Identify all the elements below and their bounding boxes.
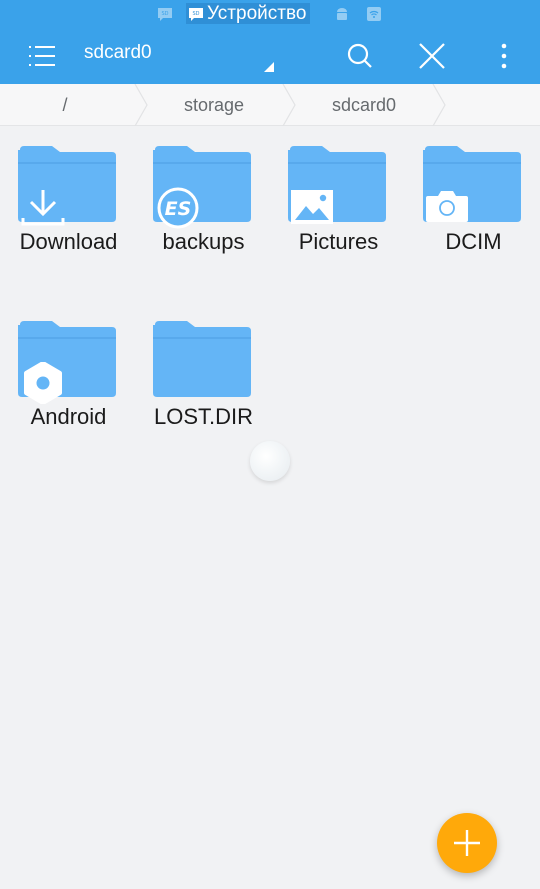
plus-icon — [454, 830, 480, 856]
android-icon — [337, 8, 347, 20]
gear-icon — [24, 362, 62, 404]
download-icon — [21, 190, 65, 226]
close-icon — [419, 43, 445, 69]
folder-item-download[interactable]: Download — [1, 136, 131, 286]
breadcrumb-item-root[interactable]: / — [0, 84, 130, 126]
search-icon — [347, 43, 372, 68]
breadcrumb-item-storage[interactable]: storage — [148, 84, 280, 126]
folder-item-pictures[interactable]: Pictures — [271, 136, 401, 286]
search-button[interactable] — [338, 34, 382, 78]
camera-icon — [426, 191, 468, 222]
folder-name: backups — [162, 229, 245, 254]
more-options-button[interactable] — [484, 34, 524, 78]
folder-item-lost-dir[interactable]: LOST.DIR — [136, 311, 266, 461]
toolbar-title[interactable]: sdcard0 — [84, 41, 152, 65]
status-bar: SD SD Устройство — [0, 0, 540, 28]
folder-name: Download — [19, 229, 118, 254]
status-notification-text: Устройство — [207, 3, 307, 24]
app-header: SD SD Устройство sdcard0 — [0, 0, 540, 84]
breadcrumb-separator-icon — [282, 84, 296, 126]
more-vertical-icon — [501, 43, 507, 69]
add-button[interactable] — [437, 813, 497, 873]
status-notification: SD Устройство — [186, 3, 311, 24]
folder-name: LOST.DIR — [153, 404, 254, 429]
folder-icon — [153, 321, 251, 397]
wifi-icon — [367, 7, 381, 21]
toolbar: sdcard0 — [0, 28, 540, 84]
touch-indicator — [250, 441, 290, 481]
folder-name: Android — [30, 404, 107, 429]
breadcrumb-separator-icon — [432, 84, 446, 126]
svg-text:SD: SD — [161, 11, 168, 17]
menu-button[interactable] — [20, 36, 64, 76]
breadcrumb-item-sdcard0[interactable]: sdcard0 — [296, 84, 432, 126]
folder-name: Pictures — [298, 229, 379, 254]
folder-name: DCIM — [445, 229, 502, 254]
folder-item-backups[interactable]: ES backups — [136, 136, 266, 286]
sd-card-icon: SD — [158, 8, 172, 21]
svg-text:ES: ES — [165, 198, 192, 220]
folder-item-android[interactable]: Android — [1, 311, 131, 461]
folder-item-dcim[interactable]: DCIM — [406, 136, 536, 286]
list-menu-icon — [29, 46, 55, 66]
svg-text:SD: SD — [192, 11, 199, 17]
es-logo-icon: ES — [157, 187, 199, 229]
image-icon — [291, 190, 333, 224]
breadcrumb: / storage sdcard0 — [0, 84, 540, 126]
close-button[interactable] — [410, 34, 454, 78]
breadcrumb-separator-icon — [134, 84, 148, 126]
dropdown-indicator-icon — [264, 62, 274, 72]
sd-card-icon: SD — [189, 7, 203, 21]
